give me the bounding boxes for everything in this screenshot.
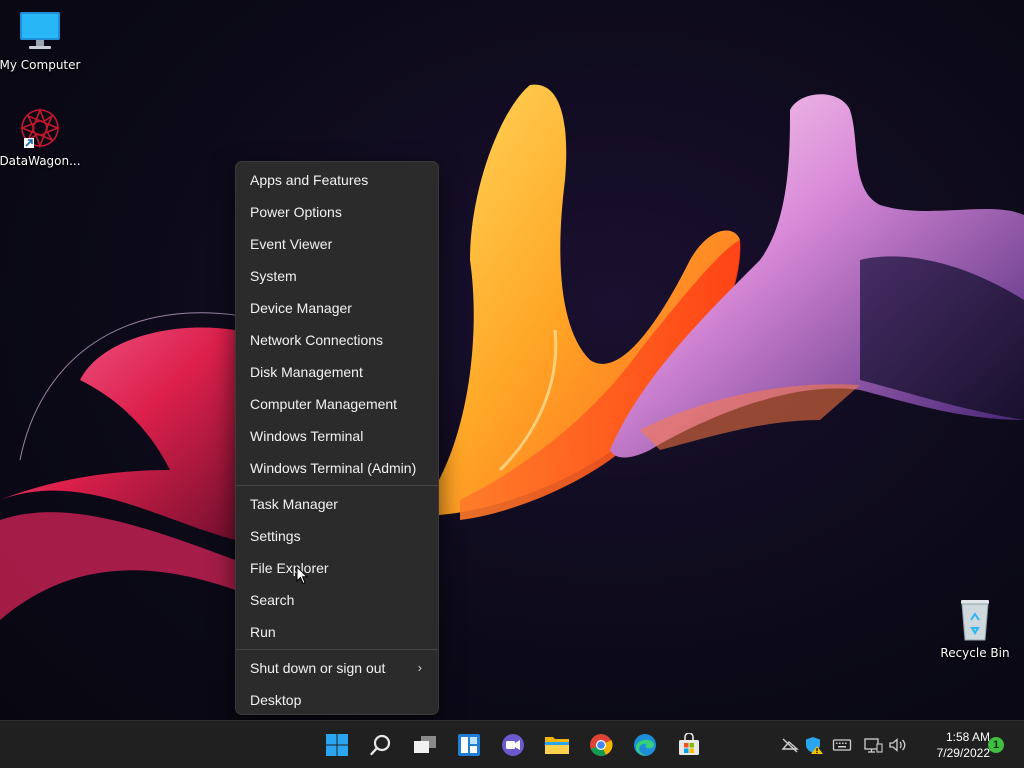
chevron-right-icon: › xyxy=(417,660,422,675)
menu-item-settings[interactable]: Settings xyxy=(236,520,438,552)
start-icon xyxy=(326,734,348,756)
menu-separator xyxy=(236,485,438,486)
display-icon[interactable] xyxy=(863,735,883,755)
monitor-icon xyxy=(16,10,64,54)
menu-item-desktop[interactable]: Desktop xyxy=(236,684,438,716)
volume-icon[interactable] xyxy=(888,735,908,755)
menu-item-computer-management[interactable]: Computer Management xyxy=(236,388,438,420)
chrome-icon xyxy=(590,734,613,756)
store-button[interactable] xyxy=(671,727,707,763)
network-off-icon[interactable] xyxy=(780,735,800,755)
menu-item-shut-down-or-sign-out[interactable]: Shut down or sign out › xyxy=(236,652,438,684)
menu-item-power-options[interactable]: Power Options xyxy=(236,196,438,228)
clock-time: 1:58 AM xyxy=(945,730,990,744)
menu-separator xyxy=(236,649,438,650)
edge-icon xyxy=(634,734,656,756)
menu-item-windows-terminal[interactable]: Windows Terminal xyxy=(236,420,438,452)
desktop-icon-my-computer[interactable]: My Computer xyxy=(0,10,80,72)
menu-item-task-manager[interactable]: Task Manager xyxy=(236,488,438,520)
recycle-bin-icon xyxy=(951,598,999,642)
desktop-icon-datawagon[interactable]: DataWagon... xyxy=(0,106,81,168)
search-icon xyxy=(370,734,391,756)
security-warning-icon[interactable] xyxy=(804,735,824,755)
menu-item-run[interactable]: Run xyxy=(236,616,438,648)
desktop-icon-recycle-bin[interactable]: Recycle Bin xyxy=(935,598,1015,660)
desktop: My Computer DataWagon... Recycle Bin App… xyxy=(0,0,1024,768)
menu-item-event-viewer[interactable]: Event Viewer xyxy=(236,228,438,260)
widgets-button[interactable] xyxy=(451,727,487,763)
menu-item-search[interactable]: Search xyxy=(236,584,438,616)
widgets-icon xyxy=(458,734,480,756)
menu-item-network-connections[interactable]: Network Connections xyxy=(236,324,438,356)
store-icon xyxy=(679,733,699,755)
task-view-icon xyxy=(414,736,436,753)
file-explorer-button[interactable] xyxy=(539,727,575,763)
desktop-icon-label: My Computer xyxy=(0,58,81,72)
desktop-icon-label: DataWagon... xyxy=(0,154,81,168)
chat-icon xyxy=(502,734,524,756)
keyboard-icon[interactable] xyxy=(832,735,852,755)
menu-item-label: Shut down or sign out xyxy=(250,660,386,676)
menu-item-system[interactable]: System xyxy=(236,260,438,292)
file-explorer-icon xyxy=(545,737,569,754)
wallpaper xyxy=(0,84,1024,620)
quick-link-menu: Apps and Features Power Options Event Vi… xyxy=(235,161,439,715)
chrome-button[interactable] xyxy=(583,727,619,763)
menu-item-device-manager[interactable]: Device Manager xyxy=(236,292,438,324)
mouse-cursor-icon xyxy=(296,566,308,585)
search-button[interactable] xyxy=(363,727,399,763)
menu-item-file-explorer[interactable]: File Explorer xyxy=(236,552,438,584)
taskbar: 1:58 AM 7/29/2022 xyxy=(0,720,1024,768)
menu-item-disk-management[interactable]: Disk Management xyxy=(236,356,438,388)
menu-item-windows-terminal-admin[interactable]: Windows Terminal (Admin) xyxy=(236,452,438,484)
notification-badge[interactable]: 1 xyxy=(988,737,1004,753)
menu-item-apps-and-features[interactable]: Apps and Features xyxy=(236,164,438,196)
taskbar-clock[interactable]: 1:58 AM 7/29/2022 xyxy=(912,729,990,761)
chat-button[interactable] xyxy=(495,727,531,763)
start-button[interactable] xyxy=(319,727,355,763)
edge-button[interactable] xyxy=(627,727,663,763)
clock-date: 7/29/2022 xyxy=(936,746,990,760)
task-view-button[interactable] xyxy=(407,727,443,763)
datawagon-logo-icon xyxy=(16,106,64,150)
desktop-icon-label: Recycle Bin xyxy=(940,646,1010,660)
